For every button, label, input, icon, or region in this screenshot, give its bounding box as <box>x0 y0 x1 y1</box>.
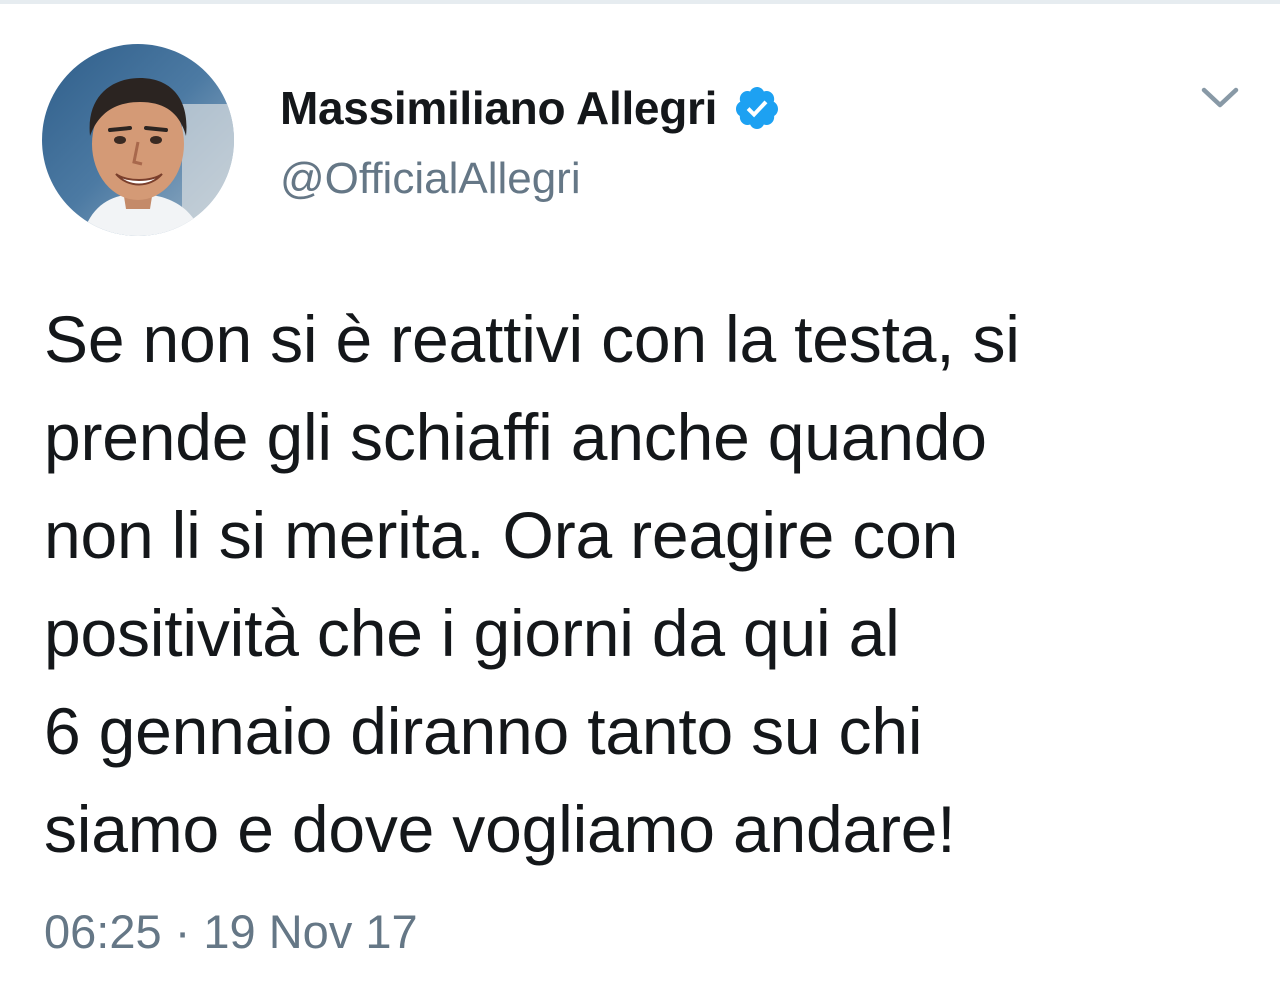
tweet-header: Massimiliano Allegri @OfficialAllegri <box>280 76 781 204</box>
user-handle[interactable]: @OfficialAllegri <box>280 154 781 204</box>
verified-badge-icon <box>733 84 781 132</box>
tweet-text: Se non si è reattivi con la testa, si pr… <box>44 302 1020 866</box>
chevron-down-icon[interactable] <box>1196 80 1244 116</box>
avatar[interactable] <box>42 44 234 236</box>
tweet-date: 19 Nov 17 <box>203 905 418 958</box>
tweet-card: Massimiliano Allegri @OfficialAllegri Se… <box>0 0 1280 996</box>
tweet-time: 06:25 <box>44 905 162 958</box>
display-name[interactable]: Massimiliano Allegri <box>280 81 717 135</box>
meta-separator: · <box>174 905 191 958</box>
tweet-timestamp[interactable]: 06:25 · 19 Nov 17 <box>44 904 418 959</box>
avatar-photo <box>42 44 234 236</box>
name-row: Massimiliano Allegri <box>280 76 781 140</box>
